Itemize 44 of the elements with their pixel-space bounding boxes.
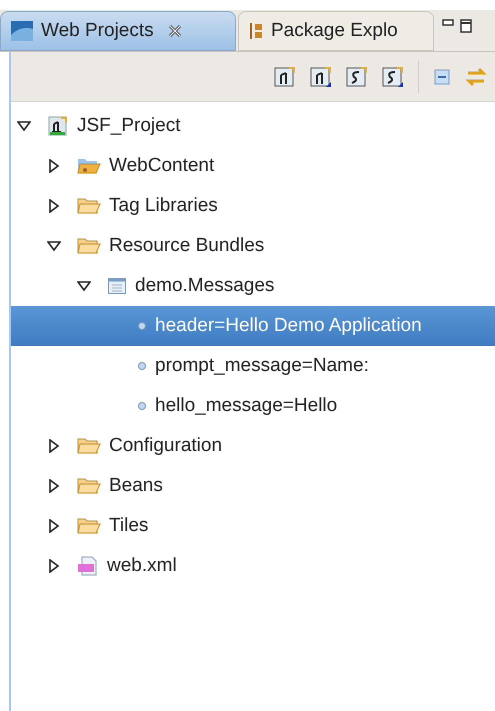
package-icon [249, 22, 263, 40]
minimize-icon[interactable] [442, 19, 454, 27]
maximize-icon[interactable] [460, 19, 472, 33]
document-icon[interactable] [346, 66, 368, 88]
bullet-icon [137, 361, 147, 371]
folder-icon [77, 516, 101, 536]
folder-icon [77, 196, 101, 216]
bullet-icon [137, 401, 147, 411]
table-icon [107, 276, 127, 296]
collapse-all-icon[interactable] [433, 68, 451, 86]
expanded-arrow-icon[interactable] [77, 279, 91, 293]
folder-icon [77, 236, 101, 256]
tab[interactable]: Package Explo [238, 11, 434, 51]
folder-icon [77, 476, 101, 496]
tree-item[interactable]: demo.Messages [11, 266, 495, 306]
collapsed-arrow-icon[interactable] [47, 559, 61, 573]
expanded-arrow-icon[interactable] [17, 119, 31, 133]
project-icon [47, 115, 69, 137]
project-icon[interactable] [310, 66, 332, 88]
tree-item[interactable]: hello_message=Hello [11, 386, 495, 426]
tree-item[interactable]: prompt_message=Name: [11, 346, 495, 386]
expanded-arrow-icon[interactable] [47, 239, 61, 253]
tree-item[interactable]: web.xml [11, 546, 495, 586]
tree-item[interactable]: Configuration [11, 426, 495, 466]
tree-item[interactable]: Tag Libraries [11, 186, 495, 226]
project-icon[interactable] [274, 66, 296, 88]
tree-item[interactable]: header=Hello Demo Application [11, 306, 495, 346]
xml-file-icon [77, 555, 99, 577]
collapsed-arrow-icon[interactable] [47, 479, 61, 493]
tree-item[interactable]: JSF_Project [11, 106, 495, 146]
close-icon[interactable] [168, 24, 182, 38]
collapsed-arrow-icon[interactable] [47, 159, 61, 173]
tree-item[interactable]: Beans [11, 466, 495, 506]
tree-item[interactable]: WebContent [11, 146, 495, 186]
tree-item[interactable]: Tiles [11, 506, 495, 546]
folder-icon [77, 156, 101, 176]
collapsed-arrow-icon[interactable] [47, 519, 61, 533]
document-icon[interactable] [382, 66, 404, 88]
collapsed-arrow-icon[interactable] [47, 199, 61, 213]
bullet-icon [137, 321, 147, 331]
folder-icon [77, 436, 101, 456]
tree-item[interactable]: Resource Bundles [11, 226, 495, 266]
collapsed-arrow-icon[interactable] [47, 439, 61, 453]
tab[interactable]: Web Projects [0, 11, 236, 51]
